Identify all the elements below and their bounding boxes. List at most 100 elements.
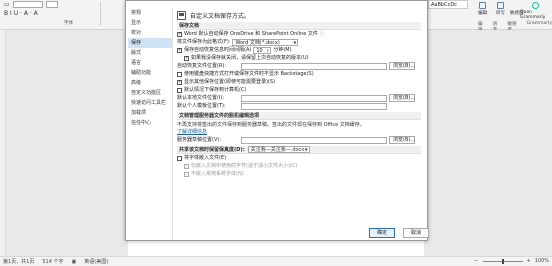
save-format-select[interactable]: Word 文档(*.docx) ▼	[232, 38, 299, 46]
keep-last-label: 如果我没保存就关闭，请保留上次自动恢复的版本(U)	[191, 55, 309, 61]
preserve-fidelity-label: 共享该文档时保留保真度(D):	[179, 146, 245, 153]
page-count[interactable]: 第1页，共1页	[3, 258, 34, 265]
proofing-icon[interactable]: ▣	[72, 259, 77, 265]
server-drafts-row: 服务器草稿位置(V): 浏览(B)...	[177, 136, 426, 144]
nav-item-customize-ribbon[interactable]: 自定义功能区	[128, 88, 172, 98]
offline-info-text: 不再支持将签出的文件保存到服务器草稿。签出的文件现在保存到 Office 文档缓…	[177, 122, 365, 128]
autorecover-checkbox[interactable]	[177, 47, 182, 53]
autorecover-minutes-stepper[interactable]: 10 ⇕	[253, 46, 272, 54]
embed-fonts-label: 将字体嵌入文件(E)	[184, 155, 227, 161]
search-icon	[479, 2, 486, 9]
default-computer-label: 默认情况下保存到计算机(C)	[184, 87, 247, 93]
server-drafts-label: 服务器草稿位置(V):	[177, 137, 222, 143]
no-common-fonts-label: 不嵌入常用系统字体(N)	[191, 171, 244, 177]
no-common-fonts-checkbox[interactable]	[184, 171, 189, 177]
autorecover-location-row: 自动恢复文件位置(R): 浏览(B)...	[177, 62, 426, 70]
nav-item-display[interactable]: 显示	[128, 18, 172, 28]
word-options-dialog: 常规 显示 校对 保存 版式 语言 辅助功能 高级 自定义功能区 快速访问工具栏…	[125, 0, 429, 241]
stepper-arrows-icon: ⇕	[265, 47, 270, 53]
font-row-2: B I U · A · A	[0, 9, 125, 18]
autorecover-minutes-value: 10	[256, 47, 263, 54]
backstage-label: 使用键盘快捷方式打开或保存文件时不显示 Backstage(S)	[184, 71, 314, 77]
keep-last-checkbox[interactable]	[184, 55, 189, 61]
dialog-footer: 确定 取消	[369, 228, 429, 238]
save-format-label: 将文件保存为此格式(F):	[177, 39, 231, 45]
section-preserve-fidelity: 共享该文档时保留保真度(D): 关注我—关注我—.docx ▼	[177, 146, 421, 154]
zoom-slider-thumb[interactable]	[501, 258, 504, 264]
cancel-button[interactable]: 取消	[403, 228, 429, 238]
editing-button[interactable]: 编辑	[478, 2, 487, 16]
fidelity-document-value: 关注我—关注我—.docx	[250, 147, 305, 153]
microphone-icon	[497, 2, 504, 9]
zoom-controls: − + 100%	[474, 258, 549, 264]
show-more-locations-checkbox[interactable]	[177, 79, 182, 85]
zoom-level[interactable]: 100%	[535, 258, 549, 264]
chevron-down-icon: ▼	[304, 147, 308, 152]
show-more-locations-label: 显示其他保存位置(即使可能需要登录)(S)	[184, 79, 275, 85]
personal-templates-field[interactable]	[241, 102, 387, 110]
nav-item-general[interactable]: 常规	[128, 8, 172, 18]
language-status[interactable]: 英语(美国)	[84, 258, 108, 265]
dictate-button[interactable]: 听写	[496, 2, 505, 16]
font-format-buttons[interactable]: B I U · A · A	[4, 10, 38, 17]
nav-item-proofing[interactable]: 校对	[128, 28, 172, 38]
nav-item-language[interactable]: 语言	[128, 58, 172, 68]
font-group: ▭ B I U · A · A 字体	[0, 0, 125, 30]
style-gallery-sample[interactable]: AaBbCcDc	[428, 0, 468, 9]
pane-header: 自定义文档保存方式。	[177, 8, 426, 22]
nav-item-advanced[interactable]: 高级	[128, 78, 172, 88]
section-save-documents: 保存文档	[177, 22, 421, 30]
embed-only-used-checkbox[interactable]	[184, 163, 189, 169]
browse-autorecover-button[interactable]: 浏览(B)...	[389, 62, 415, 70]
ok-button[interactable]: 确定	[369, 228, 395, 238]
local-default-row: 默认本地文件位置(I): 浏览(B)...	[177, 94, 426, 102]
save-icon	[177, 10, 186, 20]
zoom-out-icon[interactable]: −	[474, 258, 478, 264]
browse-local-button[interactable]: 浏览(B)...	[389, 94, 415, 102]
zoom-slider[interactable]	[482, 258, 523, 264]
open-grammarly-button[interactable]: Open Grammarly	[520, 2, 550, 20]
autosave-checkbox[interactable]	[177, 31, 182, 37]
keep-last-row: 如果我没保存就关闭，请保留上次自动恢复的版本(U)	[177, 54, 426, 62]
nav-item-save[interactable]: 保存	[128, 38, 172, 48]
autorecover-label: 保存自动恢复信息时间间隔(A)	[184, 47, 252, 53]
backstage-checkbox[interactable]	[177, 71, 182, 77]
learn-more-link[interactable]: 了解详细信息	[177, 129, 207, 135]
editing-label: 编辑	[478, 11, 487, 16]
embed-only-used-row: 仅嵌入文档中使用的字符(适于减小文件大小)(C)	[177, 162, 426, 170]
autosave-label: Word 默认自动保存 OneDrive 和 SharePoint Online…	[184, 31, 318, 37]
font-group-label: 字体	[64, 20, 73, 26]
embed-fonts-checkbox[interactable]	[177, 155, 182, 161]
default-computer-checkbox[interactable]	[177, 87, 182, 93]
nav-item-quick-access-toolbar[interactable]: 快速访问工具栏	[128, 98, 172, 108]
grammarly-icon	[531, 2, 539, 9]
nav-item-accessibility[interactable]: 辅助功能	[128, 68, 172, 78]
learn-more-row: 了解详细信息	[177, 129, 426, 136]
fidelity-document-select[interactable]: 关注我—关注我—.docx ▼	[247, 146, 310, 153]
server-drafts-field[interactable]	[241, 136, 387, 144]
backstage-row: 使用键盘快捷方式打开或保存文件时不显示 Backstage(S)	[177, 70, 426, 78]
dictate-label: 听写	[496, 11, 505, 16]
open-grammarly-label: Open Grammarly	[520, 10, 546, 20]
autorecover-location-label: 自动恢复文件位置(R):	[177, 63, 227, 69]
word-count[interactable]: 514 个字	[42, 258, 63, 265]
browse-drafts-button[interactable]: 浏览(B)...	[389, 136, 415, 144]
paste-icon[interactable]: ▭	[4, 1, 10, 8]
section-offline-editing: 文档管理服务器文件的脱机编辑选项	[177, 112, 421, 120]
save-format-value: Word 文档(*.docx)	[235, 39, 280, 46]
embed-fonts-row: 将字体嵌入文件(E)	[177, 154, 426, 162]
autorecover-row: 保存自动恢复信息时间间隔(A) 10 ⇕ 分钟(M)	[177, 46, 426, 54]
font-size-box[interactable]	[45, 1, 58, 8]
nav-item-trust-center[interactable]: 信任中心	[128, 118, 172, 128]
personal-templates-label: 默认个人模板位置(T):	[177, 103, 226, 109]
dialog-title-bar	[126, 1, 427, 8]
local-default-field[interactable]	[241, 94, 387, 102]
options-nav: 常规 显示 校对 保存 版式 语言 辅助功能 高级 自定义功能区 快速访问工具栏…	[128, 8, 173, 240]
autorecover-location-field[interactable]	[241, 62, 387, 70]
font-name-box[interactable]	[12, 1, 43, 8]
embed-only-used-label: 仅嵌入文档中使用的字符(适于减小文件大小)(C)	[191, 163, 298, 169]
nav-item-add-ins[interactable]: 加载项	[128, 108, 172, 118]
nav-item-typography[interactable]: 版式	[128, 48, 172, 58]
vertical-ruler	[0, 30, 6, 256]
zoom-in-icon[interactable]: +	[527, 258, 531, 264]
